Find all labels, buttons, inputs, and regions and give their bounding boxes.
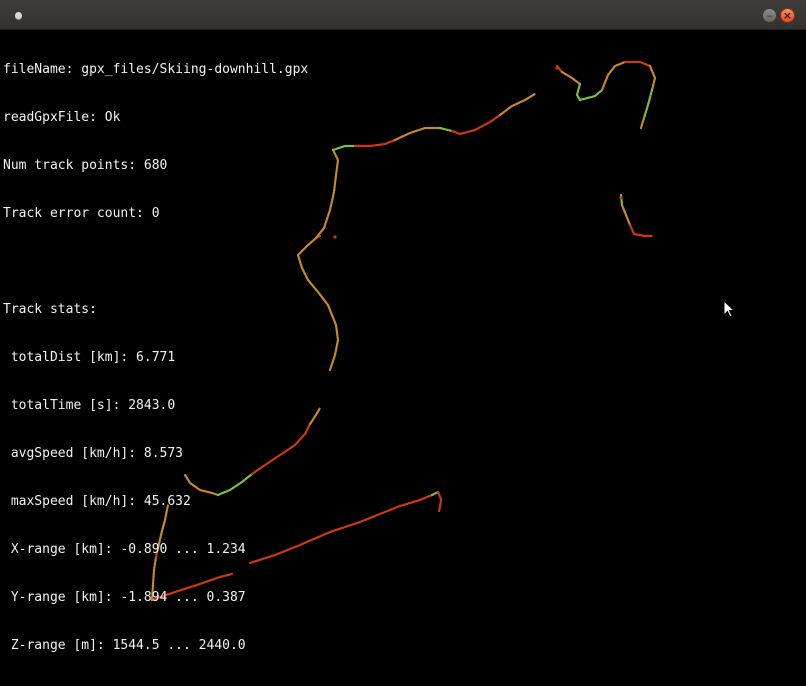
track-segment [648, 64, 657, 92]
total-time-line: totalTime [s]: 2843.0 [3, 398, 176, 413]
track-segment [353, 138, 397, 148]
track-segment [314, 148, 340, 240]
track-segment [450, 113, 502, 136]
app-window: – × fileName: gpx_files/Skiing-downhill.… [0, 0, 806, 653]
track-segment [628, 223, 654, 238]
track-segment [620, 203, 632, 227]
track-segment [639, 116, 646, 130]
track-segment [642, 88, 654, 120]
track-segment [393, 126, 442, 142]
mouse-pointer-icon [723, 300, 735, 318]
track-segment [436, 490, 443, 513]
z-range-line: Z-range [m]: 1544.5 ... 2440.0 [3, 638, 246, 653]
num-points-line: Num track points: 680 [3, 158, 168, 173]
file-name-line: fileName: gpx_files/Skiing-downhill.gpx [3, 62, 309, 77]
track-segment [600, 60, 627, 92]
track-segment [560, 70, 582, 86]
y-range-line: Y-range [km]: -1.894 ... 0.387 [3, 590, 246, 605]
avg-speed-line: avgSpeed [km/h]: 8.573 [3, 446, 184, 461]
x-range-line: X-range [km]: -0.890 ... 1.234 [3, 542, 246, 557]
read-status-line: readGpxFile: Ok [3, 110, 121, 125]
track-info-panel: fileName: gpx_files/Skiing-downhill.gpx … [3, 30, 308, 686]
error-count-line: Track error count: 0 [3, 206, 160, 221]
track-segment [438, 126, 454, 133]
total-dist-line: totalDist [km]: 6.771 [3, 350, 176, 365]
track-segment [331, 144, 357, 152]
track-segment [308, 406, 322, 426]
track-segment [623, 60, 652, 68]
track-point [555, 66, 559, 70]
track-point [619, 196, 623, 200]
track-point [333, 235, 337, 239]
stats-header: Track stats: [3, 302, 97, 317]
max-speed-line: maxSpeed [km/h]: 45.632 [3, 494, 191, 509]
track-segment [498, 92, 537, 117]
track-segment [575, 82, 604, 102]
